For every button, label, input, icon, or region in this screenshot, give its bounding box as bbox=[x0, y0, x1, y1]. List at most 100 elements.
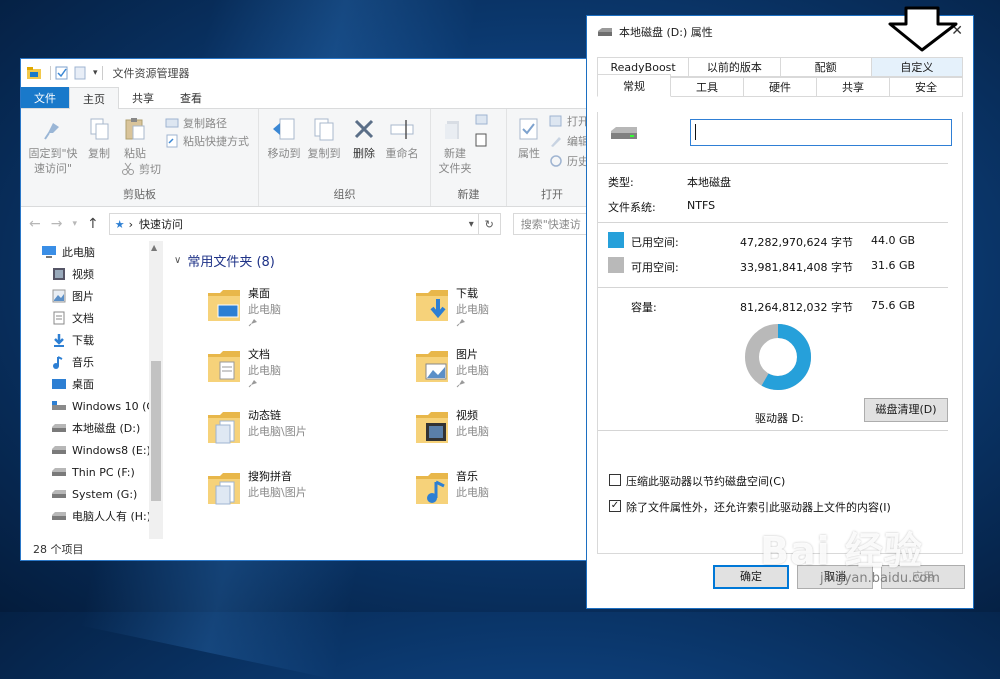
edit-button[interactable]: 编辑 bbox=[549, 133, 589, 149]
scrollbar-thumb[interactable] bbox=[151, 361, 161, 501]
paste-button[interactable]: 粘贴 bbox=[117, 115, 153, 161]
folder-tile[interactable]: 音乐 此电脑 bbox=[414, 466, 599, 522]
breadcrumb-quick-access[interactable]: 快速访问 bbox=[139, 216, 183, 232]
nav-item[interactable]: 电脑人人有 (H:) bbox=[21, 505, 164, 527]
folder-tile[interactable]: 搜狗拼音 此电脑\图片 bbox=[206, 466, 406, 522]
search-input[interactable]: 搜索"快速访 bbox=[512, 213, 591, 235]
watermark-text: Bai 经验 bbox=[760, 529, 923, 573]
tab-security[interactable]: 安全 bbox=[890, 77, 963, 97]
desktop-folder-icon bbox=[206, 285, 244, 325]
tab-quota[interactable]: 配额 bbox=[780, 57, 872, 77]
tab-tools[interactable]: 工具 bbox=[671, 77, 744, 97]
up-arrow-icon[interactable]: ↑ bbox=[87, 216, 99, 232]
watermark-url: jingyan.baidu.com bbox=[820, 571, 940, 586]
easy-access-button[interactable] bbox=[475, 133, 493, 147]
folder-tile[interactable]: 视频 此电脑 bbox=[414, 405, 599, 461]
quick-access-star-icon: ★ bbox=[114, 217, 125, 231]
new-folder-quick-icon[interactable] bbox=[74, 66, 88, 80]
refresh-icon[interactable]: ↻ bbox=[478, 213, 501, 235]
cut-button[interactable]: 剪切 bbox=[121, 161, 161, 177]
tab-hardware[interactable]: 硬件 bbox=[744, 77, 817, 97]
new-folder-icon bbox=[441, 115, 469, 143]
new-folder-button[interactable]: 新建 文件夹 bbox=[435, 115, 475, 176]
window-title: 文件资源管理器 bbox=[112, 67, 190, 80]
folder-tile[interactable]: 下载 此电脑 bbox=[414, 283, 599, 339]
nav-item[interactable]: 桌面 bbox=[21, 373, 164, 395]
tab-sharing[interactable]: 共享 bbox=[817, 77, 890, 97]
text-caret bbox=[695, 124, 696, 140]
folder-tile[interactable]: 文档 此电脑 bbox=[206, 344, 406, 400]
forward-arrow-icon[interactable]: → bbox=[51, 216, 63, 232]
properties-quick-icon[interactable] bbox=[55, 66, 69, 80]
folder-name: 音乐 bbox=[456, 470, 478, 483]
address-box[interactable]: ★ › 快速访问 ▾ bbox=[108, 213, 479, 235]
nav-item[interactable]: 图片 bbox=[21, 285, 164, 307]
folder-tile[interactable]: 图片 此电脑 bbox=[414, 344, 599, 400]
rename-label: 重命名 bbox=[385, 147, 419, 160]
edit-icon bbox=[549, 134, 563, 148]
copy-to-label: 复制到 bbox=[307, 147, 341, 160]
easy-access-icon bbox=[475, 133, 489, 147]
paste-shortcut-icon bbox=[165, 134, 179, 148]
new-folder-label-2: 文件夹 bbox=[438, 162, 472, 175]
nav-item[interactable]: System (G:) bbox=[21, 483, 164, 505]
recent-locations-chevron-icon[interactable]: ▾ bbox=[72, 219, 77, 229]
tab-customize[interactable]: 自定义 bbox=[871, 57, 963, 77]
volume-label-input[interactable] bbox=[690, 119, 952, 146]
history-button[interactable]: 历史 bbox=[549, 153, 589, 169]
pictures-folder-icon bbox=[51, 289, 67, 303]
properties-button[interactable]: 属性 bbox=[511, 115, 547, 161]
compress-label[interactable]: 压缩此驱动器以节约磁盘空间(C) bbox=[626, 473, 785, 489]
computer-icon bbox=[41, 245, 57, 259]
copy-path-button[interactable]: 复制路径 bbox=[165, 115, 227, 131]
copy-to-button[interactable]: 复制到 bbox=[303, 115, 345, 161]
pin-icon bbox=[248, 378, 258, 388]
customize-quick-access-icon[interactable]: ▾ bbox=[93, 68, 98, 78]
disk-cleanup-button[interactable]: 磁盘清理(D) bbox=[864, 398, 948, 422]
copy-button[interactable]: 复制 bbox=[81, 115, 117, 161]
copy-label: 复制 bbox=[88, 147, 110, 160]
folder-tile[interactable]: 动态链 此电脑\图片 bbox=[206, 405, 406, 461]
copy-icon bbox=[85, 115, 113, 143]
tab-share[interactable]: 共享 bbox=[119, 87, 167, 108]
index-label[interactable]: 除了文件属性外，还允许索引此驱动器上文件的内容(I) bbox=[626, 499, 891, 515]
open-button[interactable]: 打开 bbox=[549, 113, 589, 129]
move-to-button[interactable]: 移动到 bbox=[263, 115, 305, 161]
folder-tile[interactable]: 桌面 此电脑 bbox=[206, 283, 406, 339]
paste-label: 粘贴 bbox=[124, 147, 146, 160]
compress-checkbox[interactable] bbox=[609, 474, 621, 486]
paste-shortcut-button[interactable]: 粘贴快捷方式 bbox=[165, 133, 249, 149]
nav-item[interactable]: 本地磁盘 (D:) bbox=[21, 417, 164, 439]
nav-item[interactable]: 下载 bbox=[21, 329, 164, 351]
new-item-button[interactable] bbox=[475, 113, 493, 127]
delete-button[interactable]: 删除 bbox=[347, 115, 381, 161]
index-checkbox[interactable]: ✓ bbox=[609, 500, 621, 512]
tab-view[interactable]: 查看 bbox=[167, 87, 215, 108]
nav-item[interactable]: Windows 10 (C bbox=[21, 395, 164, 417]
tab-home[interactable]: 主页 bbox=[69, 87, 119, 109]
nav-item[interactable]: Windows8 (E:) bbox=[21, 439, 164, 461]
pin-quick-access-button[interactable]: 固定到"快速访问" bbox=[25, 115, 81, 176]
scroll-up-icon[interactable]: ▲ bbox=[151, 243, 157, 252]
explorer-titlebar: ▾ 文件资源管理器 bbox=[21, 59, 599, 87]
tab-file[interactable]: 文件 bbox=[21, 87, 69, 108]
rename-icon bbox=[388, 115, 416, 143]
nav-item[interactable]: 音乐 bbox=[21, 351, 164, 373]
new-folder-label-1: 新建 bbox=[444, 147, 466, 160]
rename-button[interactable]: 重命名 bbox=[381, 115, 423, 161]
tab-general[interactable]: 常规 bbox=[597, 74, 671, 97]
nav-item[interactable]: 文档 bbox=[21, 307, 164, 329]
properties-icon bbox=[515, 115, 543, 143]
address-dropdown-icon[interactable]: ▾ bbox=[469, 219, 474, 230]
frequent-folders-heading[interactable]: ∨ 常用文件夹 (8) bbox=[174, 251, 275, 270]
divider-1 bbox=[598, 163, 948, 164]
tab-previous-versions[interactable]: 以前的版本 bbox=[689, 57, 781, 77]
drive-label: 驱动器 D: bbox=[755, 412, 804, 425]
nav-item[interactable]: 视频 bbox=[21, 263, 164, 285]
back-arrow-icon[interactable]: ← bbox=[29, 216, 41, 232]
folder-location: 此电脑\图片 bbox=[248, 425, 307, 438]
free-label: 可用空间: bbox=[631, 261, 679, 274]
nav-item[interactable]: 此电脑 bbox=[21, 241, 164, 263]
nav-scrollbar[interactable]: ▲ bbox=[149, 241, 163, 539]
nav-item[interactable]: Thin PC (F:) bbox=[21, 461, 164, 483]
